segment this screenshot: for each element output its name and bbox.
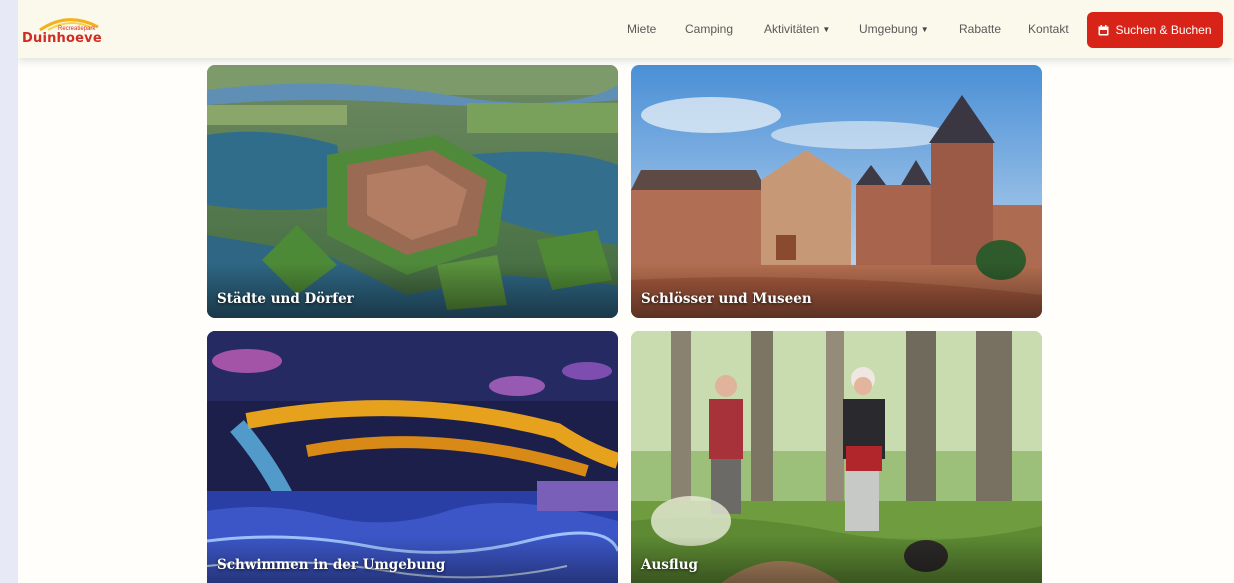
calendar-icon bbox=[1098, 24, 1109, 35]
card-label: Schlösser und Museen bbox=[641, 291, 812, 307]
nav-label: Umgebung bbox=[859, 22, 918, 36]
logo-name: Duinhoeve bbox=[22, 31, 102, 46]
card-label: Ausflug bbox=[641, 557, 698, 573]
card-ausflug[interactable]: Ausflug bbox=[631, 331, 1042, 583]
search-and-book-button[interactable]: Suchen & Buchen bbox=[1087, 12, 1223, 48]
card-staedte-und-doerfer[interactable]: Städte und Dörfer bbox=[207, 65, 618, 318]
site-header: Recreatiepark Duinhoeve Miete Camping Ak… bbox=[18, 0, 1234, 58]
nav-miete[interactable]: Miete bbox=[627, 22, 656, 36]
chevron-down-icon: ▼ bbox=[822, 25, 831, 34]
nav-label: Miete bbox=[627, 22, 657, 36]
nav-rabatte[interactable]: Rabatte bbox=[959, 22, 1001, 36]
chevron-down-icon: ▼ bbox=[920, 25, 929, 34]
nav-aktivitaeten[interactable]: Aktivitäten ▼ bbox=[764, 22, 830, 36]
nav-label: Camping bbox=[685, 22, 734, 36]
nav-label: Rabatte bbox=[959, 22, 1002, 36]
book-button-label: Suchen & Buchen bbox=[1115, 23, 1212, 37]
card-schloesser-und-museen[interactable]: Schlösser und Museen bbox=[631, 65, 1042, 318]
nav-label: Aktivitäten bbox=[764, 22, 820, 36]
card-label: Schwimmen in der Umgebung bbox=[217, 557, 446, 573]
nav-umgebung[interactable]: Umgebung ▼ bbox=[859, 22, 929, 36]
page: Recreatiepark Duinhoeve Miete Camping Ak… bbox=[18, 0, 1234, 583]
nav-label: Kontakt bbox=[1028, 22, 1069, 36]
nav-kontakt[interactable]: Kontakt bbox=[1028, 22, 1069, 36]
site-logo[interactable]: Recreatiepark Duinhoeve bbox=[20, 13, 110, 49]
card-label: Städte und Dörfer bbox=[217, 291, 354, 307]
nav-camping[interactable]: Camping bbox=[685, 22, 733, 36]
card-schwimmen-in-der-umgebung[interactable]: Schwimmen in der Umgebung bbox=[207, 331, 618, 583]
